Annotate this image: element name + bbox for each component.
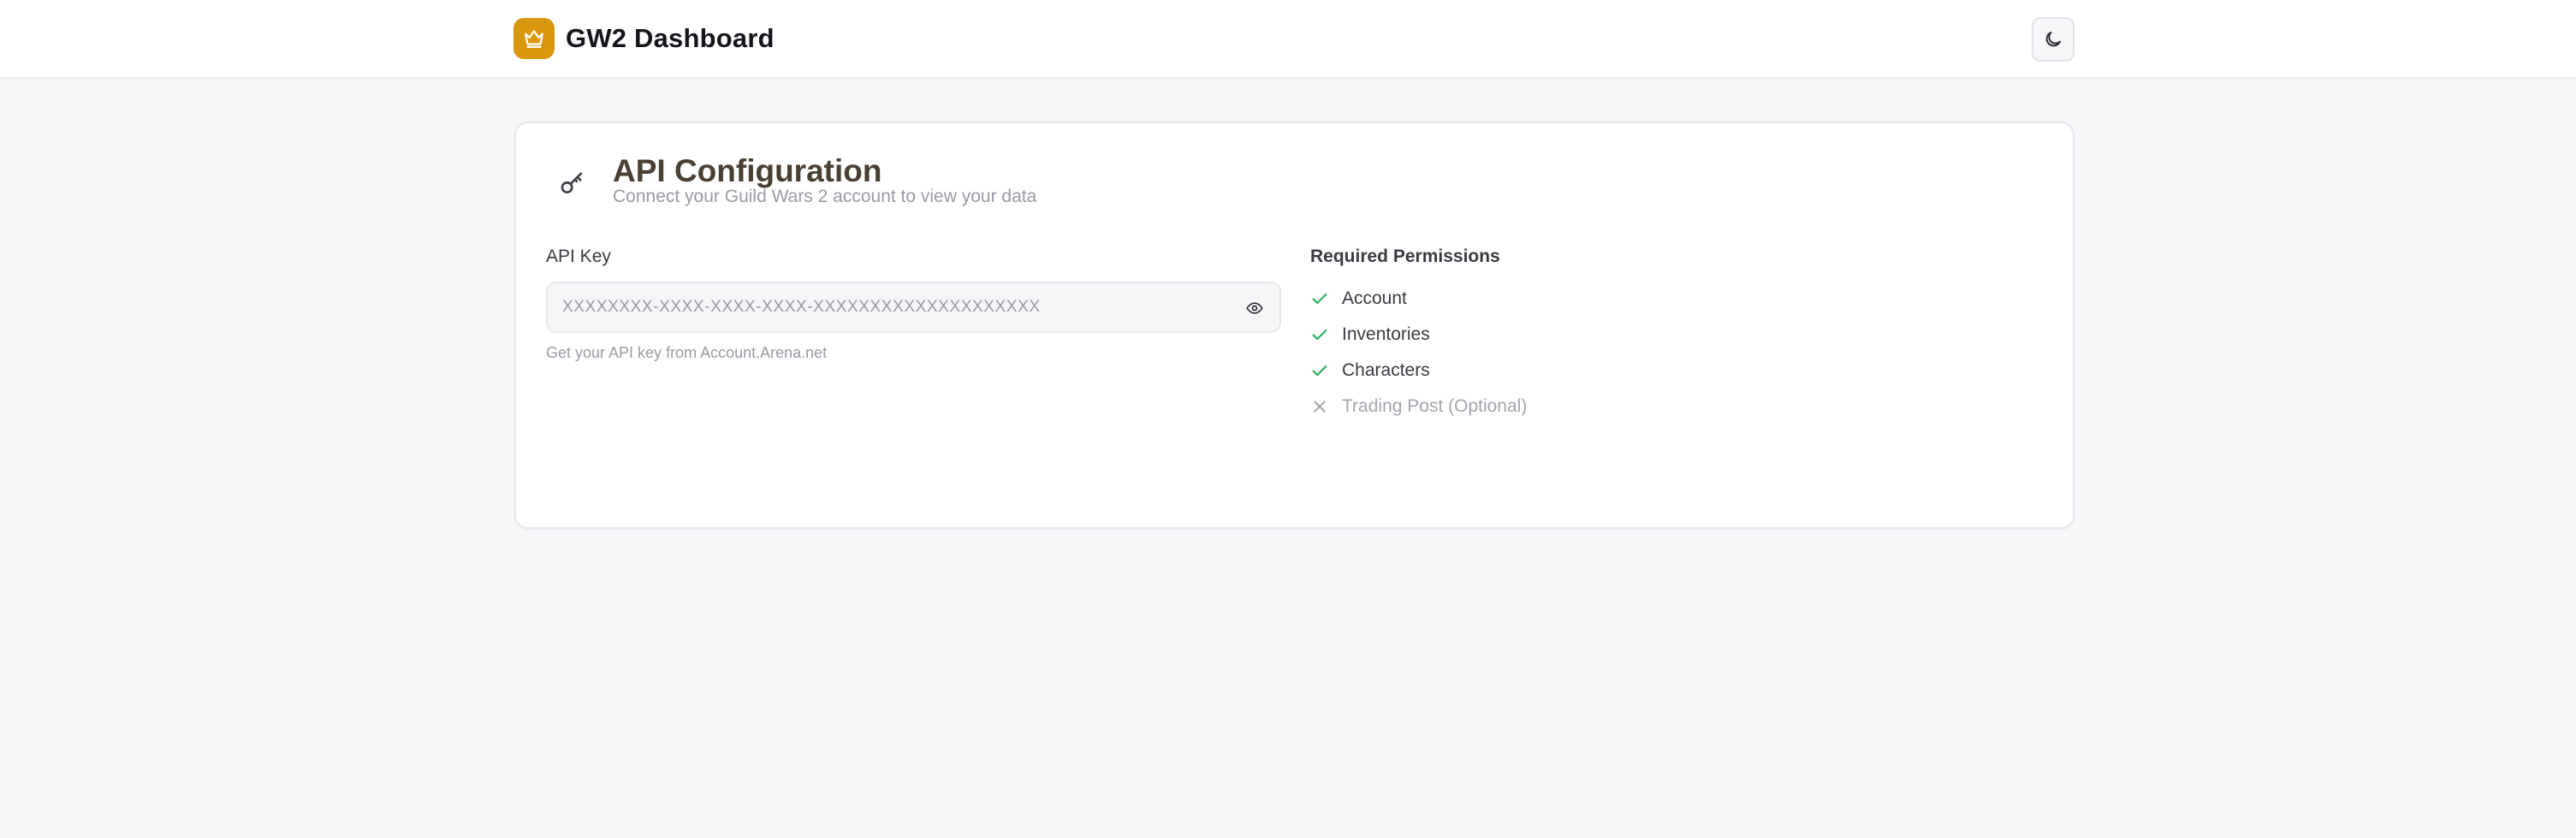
theme-toggle-button[interactable] <box>2032 17 2074 62</box>
api-key-input[interactable] <box>548 283 1279 331</box>
permission-label: Inventories <box>1342 324 1430 344</box>
crown-icon <box>513 18 555 59</box>
permission-item-trading-post: Trading Post (Optional) <box>1310 389 1527 425</box>
x-icon <box>1310 397 1329 416</box>
brand[interactable]: GW2 Dashboard <box>513 18 775 59</box>
permission-label: Account <box>1342 288 1407 308</box>
permission-label: Trading Post (Optional) <box>1342 396 1528 416</box>
check-icon <box>1310 289 1329 308</box>
card-title: API Configuration <box>613 153 882 188</box>
check-icon <box>1310 361 1329 380</box>
top-navbar: GW2 Dashboard <box>0 0 2576 79</box>
toggle-visibility-button[interactable] <box>1243 298 1266 318</box>
card-subtitle: Connect your Guild Wars 2 account to vie… <box>613 187 1037 206</box>
api-key-label: API Key <box>546 247 611 266</box>
permission-label: Characters <box>1342 360 1430 380</box>
check-icon <box>1310 325 1329 344</box>
permission-item-account: Account <box>1310 281 1527 317</box>
key-icon <box>558 169 587 198</box>
app-title: GW2 Dashboard <box>566 23 775 53</box>
eye-icon <box>1246 302 1263 314</box>
permissions-title: Required Permissions <box>1310 247 1500 266</box>
api-key-hint: Get your API key from Account.Arena.net <box>546 344 828 361</box>
permission-item-inventories: Inventories <box>1310 317 1527 353</box>
api-configuration-card: API Configuration Connect your Guild War… <box>514 122 2074 529</box>
permission-item-characters: Characters <box>1310 353 1527 389</box>
api-key-field <box>546 282 1281 333</box>
permissions-list: Account Inventories Characters Trading P… <box>1310 281 1527 425</box>
moon-icon <box>2045 32 2061 47</box>
